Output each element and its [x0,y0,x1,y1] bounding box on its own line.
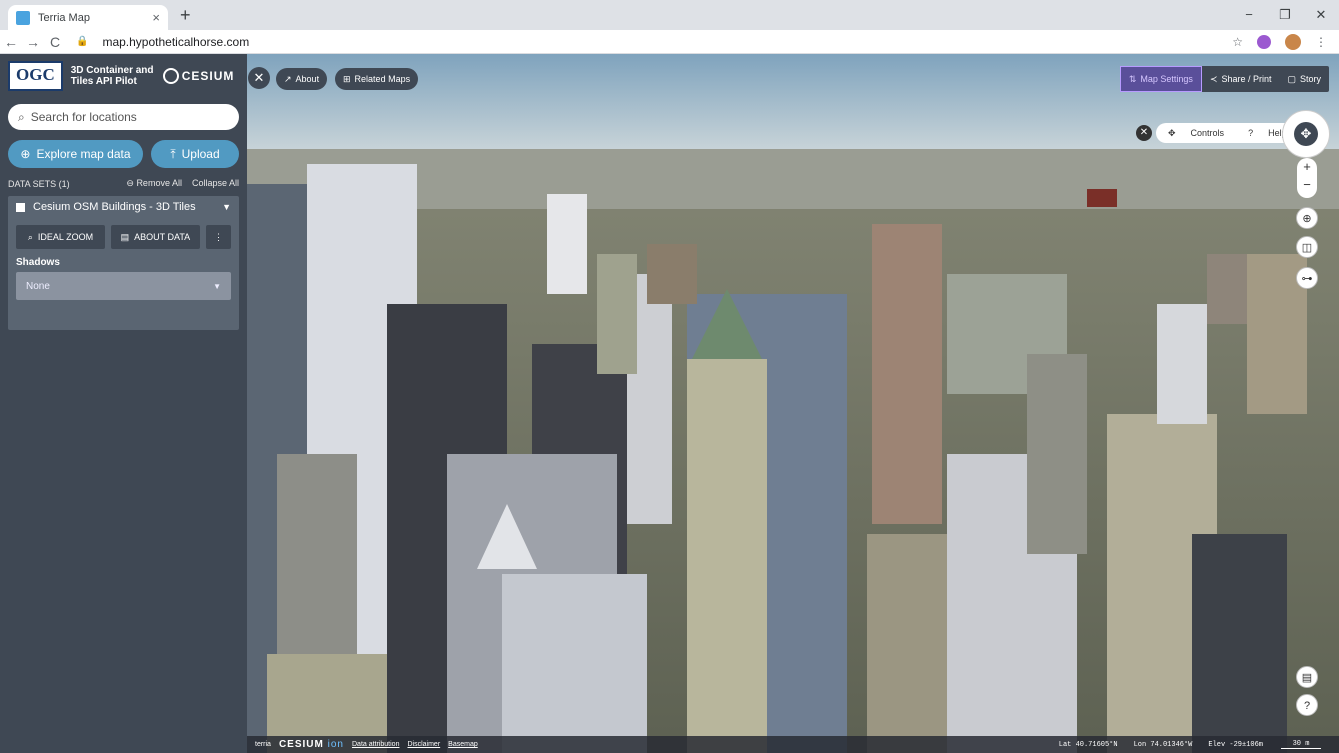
settings-sliders-icon: ⇅ [1128,73,1137,84]
terria-favicon-icon [16,10,30,25]
compass[interactable]: ✥ [1282,110,1330,158]
more-options-button[interactable]: ⋮ [205,225,232,249]
window-close-button[interactable]: ✕ [1303,0,1339,30]
remove-all-button[interactable]: ⊖ Remove All [126,178,182,189]
longitude-readout: Lon 74.01346°W [1133,740,1193,749]
scale-bar: 30 m [1281,740,1321,749]
explore-map-data-button[interactable]: ⊕ Explore map data [8,140,143,168]
my-location-button[interactable]: ⊕ [1296,207,1318,229]
map-settings-button[interactable]: ⇅ Map Settings [1119,66,1202,92]
profile-avatar[interactable] [1285,33,1301,50]
about-button[interactable]: ↗ About [276,68,328,90]
dataset-header[interactable]: Cesium OSM Buildings - 3D Tiles ▼ [8,196,239,218]
ideal-zoom-button[interactable]: ⌕ IDEAL ZOOM [16,225,105,249]
related-maps-button[interactable]: ⊞ Related Maps [335,68,419,90]
upload-button[interactable]: ⤒ Upload [150,140,239,168]
cesium-logo: CESIUM [162,68,235,84]
lock-icon: 🔒 [76,36,89,47]
visibility-checkbox[interactable] [16,202,25,212]
plus-circle-icon: ⊕ [20,147,31,161]
controls-button[interactable]: ✥ Controls [1156,128,1236,139]
feedback-button[interactable]: ▤ [1296,666,1318,688]
url-field[interactable]: map.hypotheticalhorse.com [102,35,249,49]
controls-help-group: ✥ Controls ? Help [1156,123,1299,143]
split-view-button[interactable]: ◫ [1296,236,1318,258]
share-icon: ≺ [1209,73,1218,84]
dataset-item: Cesium OSM Buildings - 3D Tiles ▼ ⌕ IDEAL… [8,196,239,330]
terria-logo: terria [255,741,271,748]
search-placeholder: Search for locations [30,110,137,124]
help-icon: ? [1248,128,1254,138]
story-icon: ▢ [1287,73,1296,84]
location-search-input[interactable]: ⌕ Search for locations [8,104,239,130]
ogc-logo: OGC [8,61,63,91]
3d-map-view[interactable] [247,54,1339,753]
gamepad-icon: ✥ [1168,127,1176,138]
zoom-out-button[interactable]: − [1297,176,1317,194]
help-circle-button[interactable]: ? [1296,694,1318,716]
window-controls: − ❐ ✕ [1231,0,1339,30]
tab-close-icon[interactable]: × [152,10,160,25]
location-readout: Lat 40.71605°N Lon 74.01346°W Elev -29±1… [1059,741,1263,749]
pilot-title: 3D Container and Tiles API Pilot [70,65,154,87]
shadows-select[interactable]: None ▼ [16,272,231,300]
map-footer: terria CESIUM ion Data attribution Discl… [247,736,1339,753]
feedback-icon: ▤ [1301,672,1313,684]
external-link-icon: ↗ [284,73,292,84]
top-right-menu: ⇅ Map Settings ≺ Share / Print ▢ Story [1119,66,1329,92]
chevron-down-icon[interactable]: ▼ [222,202,231,212]
brand-header: OGC 3D Container and Tiles API Pilot CES… [0,54,247,98]
move-icon: ✥ [1294,122,1318,146]
zoom-in-button[interactable]: + [1297,158,1317,176]
address-bar: ← → C 🔒 map.hypotheticalhorse.com ☆ ⋮ [0,30,1339,54]
browser-tab-strip: Terria Map × + − ❐ ✕ [0,0,1339,30]
search-icon: ⌕ [18,109,25,124]
cesium-ion-logo: CESIUM ion [278,739,344,750]
reload-button[interactable]: C [44,34,66,50]
compare-icon: ◫ [1301,242,1313,254]
about-data-button[interactable]: ▤ ABOUT DATA [110,225,200,249]
extension-icon[interactable] [1257,34,1271,49]
measure-button[interactable]: ⊶ [1296,267,1318,289]
side-panel: OGC 3D Container and Tiles API Pilot CES… [0,54,247,753]
info-card-icon: ▤ [120,231,130,242]
close-controls-button[interactable]: ✕ [1136,125,1152,141]
tab-title: Terria Map [38,11,90,24]
restore-button[interactable]: ❐ [1267,0,1303,30]
minimize-button[interactable]: − [1231,0,1267,30]
close-panel-button[interactable]: ✕ [248,67,270,89]
browser-menu-icon[interactable]: ⋮ [1315,35,1327,49]
search-icon: ⌕ [27,231,33,242]
browser-tab[interactable]: Terria Map × [8,5,168,30]
data-attribution-link[interactable]: Data attribution [352,741,399,748]
collapse-all-button[interactable]: Collapse All [192,178,239,189]
new-tab-button[interactable]: + [180,5,191,26]
disclaimer-link[interactable]: Disclaimer [407,741,440,748]
dataset-title: Cesium OSM Buildings - 3D Tiles [33,201,196,213]
story-button[interactable]: ▢ Story [1279,66,1329,92]
elevation-readout: Elev -29±106m [1208,740,1263,749]
back-button[interactable]: ← [0,34,22,50]
chevron-down-icon: ▼ [213,281,221,291]
cesium-logo-icon [162,68,179,84]
latitude-readout: Lat 40.71605°N [1058,740,1118,749]
bookmark-star-icon[interactable]: ☆ [1232,35,1243,49]
share-print-button[interactable]: ≺ Share / Print [1202,66,1280,92]
locate-icon: ⊕ [1302,213,1312,225]
shadows-label: Shadows [16,257,60,268]
measure-icon: ⊶ [1301,273,1313,285]
zoom-control: + − [1297,158,1317,198]
more-vertical-icon: ⋮ [213,231,223,242]
datasets-heading: DATA SETS (1) [8,178,70,189]
upload-icon: ⤒ [170,146,176,161]
forward-button[interactable]: → [22,34,44,50]
grid-icon: ⊞ [343,73,351,84]
help-icon: ? [1303,700,1311,712]
basemap-link[interactable]: Basemap [448,741,478,748]
